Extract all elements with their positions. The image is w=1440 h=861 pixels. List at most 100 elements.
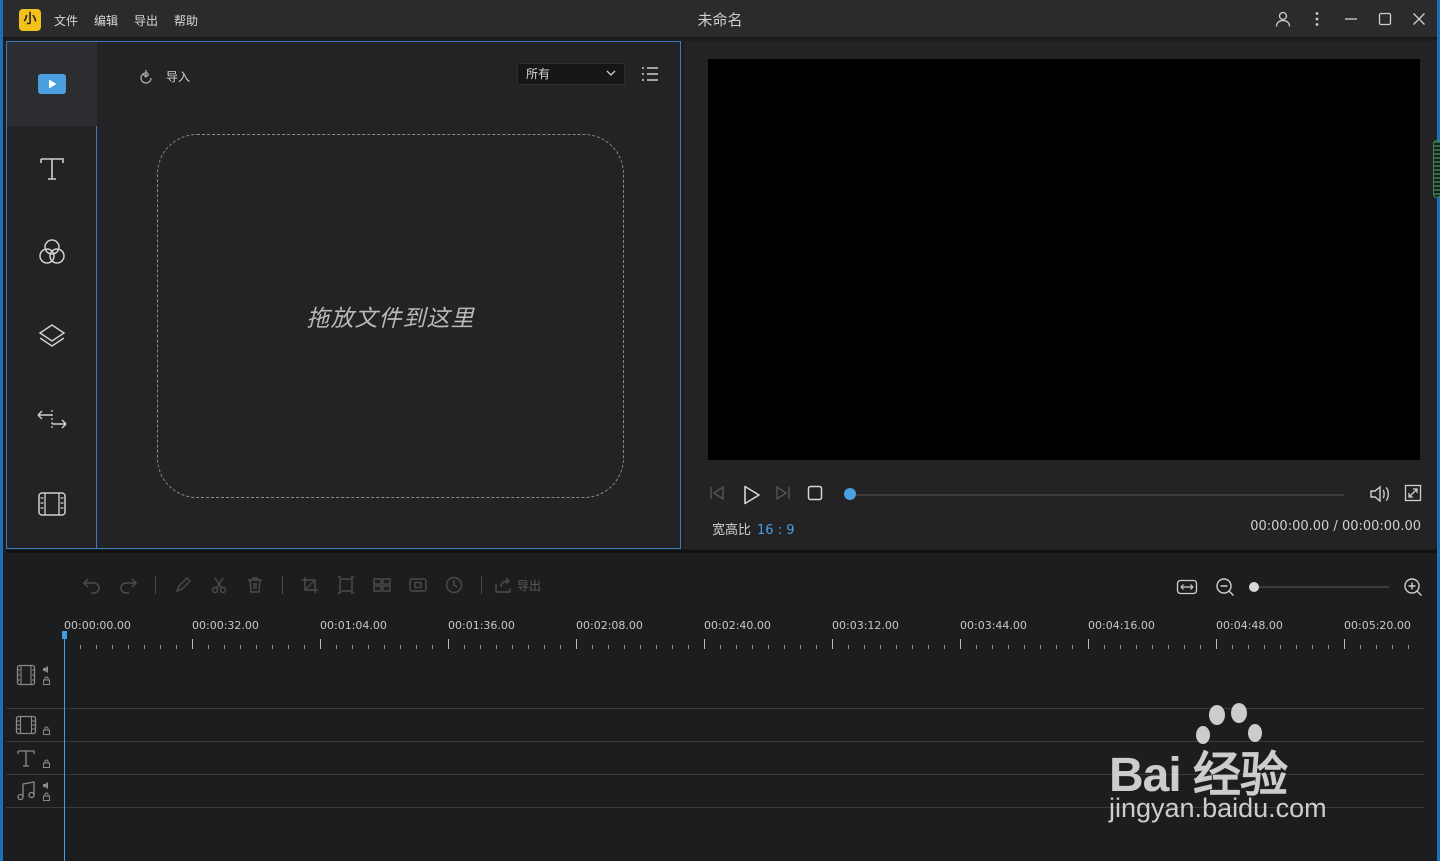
zoom-handle[interactable] (1249, 582, 1259, 592)
fit-width-icon[interactable] (1173, 573, 1201, 601)
ruler-label: 00:02:08.00 (576, 619, 643, 632)
media-play-icon (38, 74, 66, 94)
speaker-icon[interactable] (42, 665, 51, 674)
seek-handle[interactable] (844, 488, 856, 500)
time-ruler[interactable]: 00:00:00.00 00:00:32.00 00:01:04.00 00:0… (64, 615, 1424, 649)
seek-bar[interactable] (850, 494, 1344, 496)
tab-media[interactable] (7, 42, 97, 126)
ruler-label: 00:03:12.00 (832, 619, 899, 632)
music-track[interactable] (6, 775, 1424, 808)
menu-file[interactable]: 文件 (54, 12, 78, 29)
timeline-toolbar: 导出 (74, 571, 541, 599)
music-note-icon (14, 779, 38, 803)
timeline-export-button[interactable]: 导出 (493, 576, 541, 594)
duration-icon[interactable] (436, 571, 472, 599)
menu-bar: 文件 编辑 导出 帮助 (54, 12, 198, 29)
tab-transitions[interactable] (7, 378, 97, 462)
text-track[interactable] (6, 742, 1424, 775)
media-library-panel: 导入 所有 拖放文件到这里 (6, 41, 681, 549)
tab-elements[interactable] (7, 462, 97, 546)
menu-export[interactable]: 导出 (134, 12, 158, 29)
ruler-label: 00:00:00.00 (64, 619, 131, 632)
stop-button[interactable] (806, 484, 824, 502)
aspect-label: 宽高比 (712, 523, 752, 538)
stop-icon (807, 485, 823, 501)
title-bar: 小 文件 编辑 导出 帮助 未命名 (3, 0, 1437, 38)
track-header (14, 663, 51, 687)
undo-icon[interactable] (74, 571, 110, 599)
redo-icon[interactable] (110, 571, 146, 599)
fullscreen-icon[interactable] (1404, 484, 1422, 502)
next-frame-icon[interactable] (774, 484, 792, 502)
delete-icon[interactable] (237, 571, 273, 599)
ruler-label: 00:00:32.00 (192, 619, 259, 632)
text-icon (40, 158, 64, 180)
video-track-pip[interactable] (6, 709, 1424, 742)
preview-screen (708, 59, 1420, 460)
import-button[interactable]: 导入 (138, 68, 190, 85)
snapshot-icon[interactable] (400, 571, 436, 599)
zoom-slider[interactable] (1249, 582, 1389, 592)
ruler-label: 00:01:36.00 (448, 619, 515, 632)
drop-zone-text: 拖放文件到这里 (306, 306, 475, 332)
text-icon (14, 746, 38, 770)
filters-icon (39, 239, 65, 264)
ruler-label: 00:02:40.00 (704, 619, 771, 632)
media-filter-select[interactable]: 所有 (517, 63, 625, 85)
lock-icon[interactable] (42, 676, 51, 685)
window-controls (1271, 8, 1431, 30)
lock-icon[interactable] (42, 726, 51, 735)
playback-time: 00:00:00.00 / 00:00:00.00 (1250, 519, 1421, 534)
ruler-label: 00:03:44.00 (960, 619, 1027, 632)
import-label: 导入 (166, 70, 191, 84)
resize-icon[interactable] (328, 571, 364, 599)
film-icon (14, 713, 38, 737)
lock-icon[interactable] (42, 792, 51, 801)
minimize-icon[interactable] (1339, 8, 1363, 30)
timeline-export-label: 导出 (517, 578, 542, 593)
tab-filters[interactable] (7, 210, 97, 294)
tab-overlays[interactable] (7, 294, 97, 378)
preview-panel: 宽高比 16 : 9 00:00:00.00 / 00:00:00.00 (684, 41, 1437, 549)
track-header (14, 746, 51, 770)
playhead[interactable] (64, 633, 65, 861)
play-button[interactable] (740, 484, 762, 506)
aspect-ratio: 宽高比 16 : 9 (712, 519, 794, 538)
filter-value: 所有 (526, 67, 551, 81)
menu-edit[interactable]: 编辑 (94, 12, 118, 29)
aspect-value[interactable]: 16 : 9 (757, 523, 794, 538)
drop-zone[interactable]: 拖放文件到这里 (157, 134, 624, 498)
window-title: 未命名 (697, 11, 743, 29)
prev-frame-icon[interactable] (708, 484, 726, 502)
more-options-icon[interactable] (1305, 8, 1329, 30)
play-icon (744, 485, 760, 505)
zoom-controls (1173, 573, 1427, 601)
list-view-icon[interactable] (641, 66, 659, 86)
close-icon[interactable] (1407, 8, 1431, 30)
edit-icon[interactable] (165, 571, 201, 599)
maximize-icon[interactable] (1373, 8, 1397, 30)
cut-icon[interactable] (201, 571, 237, 599)
lock-icon[interactable] (42, 759, 51, 768)
ruler-label: 00:01:04.00 (320, 619, 387, 632)
ruler-label: 00:04:48.00 (1216, 619, 1283, 632)
tab-text[interactable] (7, 126, 97, 210)
mosaic-icon[interactable] (364, 571, 400, 599)
film-icon (14, 663, 38, 687)
menu-help[interactable]: 帮助 (174, 12, 198, 29)
video-track-main[interactable] (6, 649, 1424, 709)
app-window: 小 文件 编辑 导出 帮助 未命名 导入 所有 拖放文件到这里 宽高比 16:… (0, 0, 1440, 861)
volume-icon[interactable] (1368, 484, 1390, 504)
film-icon (38, 492, 66, 516)
zoom-out-icon[interactable] (1211, 573, 1239, 601)
app-logo: 小 (19, 9, 41, 31)
crop-icon[interactable] (292, 571, 328, 599)
track-header (14, 779, 51, 803)
speaker-icon[interactable] (42, 781, 51, 790)
share-icon (495, 577, 511, 593)
side-scroll-handle[interactable] (1433, 140, 1440, 198)
user-icon[interactable] (1271, 8, 1295, 30)
ruler-label: 00:05:20.00 (1344, 619, 1411, 632)
zoom-in-icon[interactable] (1399, 573, 1427, 601)
layers-icon (38, 324, 66, 347)
